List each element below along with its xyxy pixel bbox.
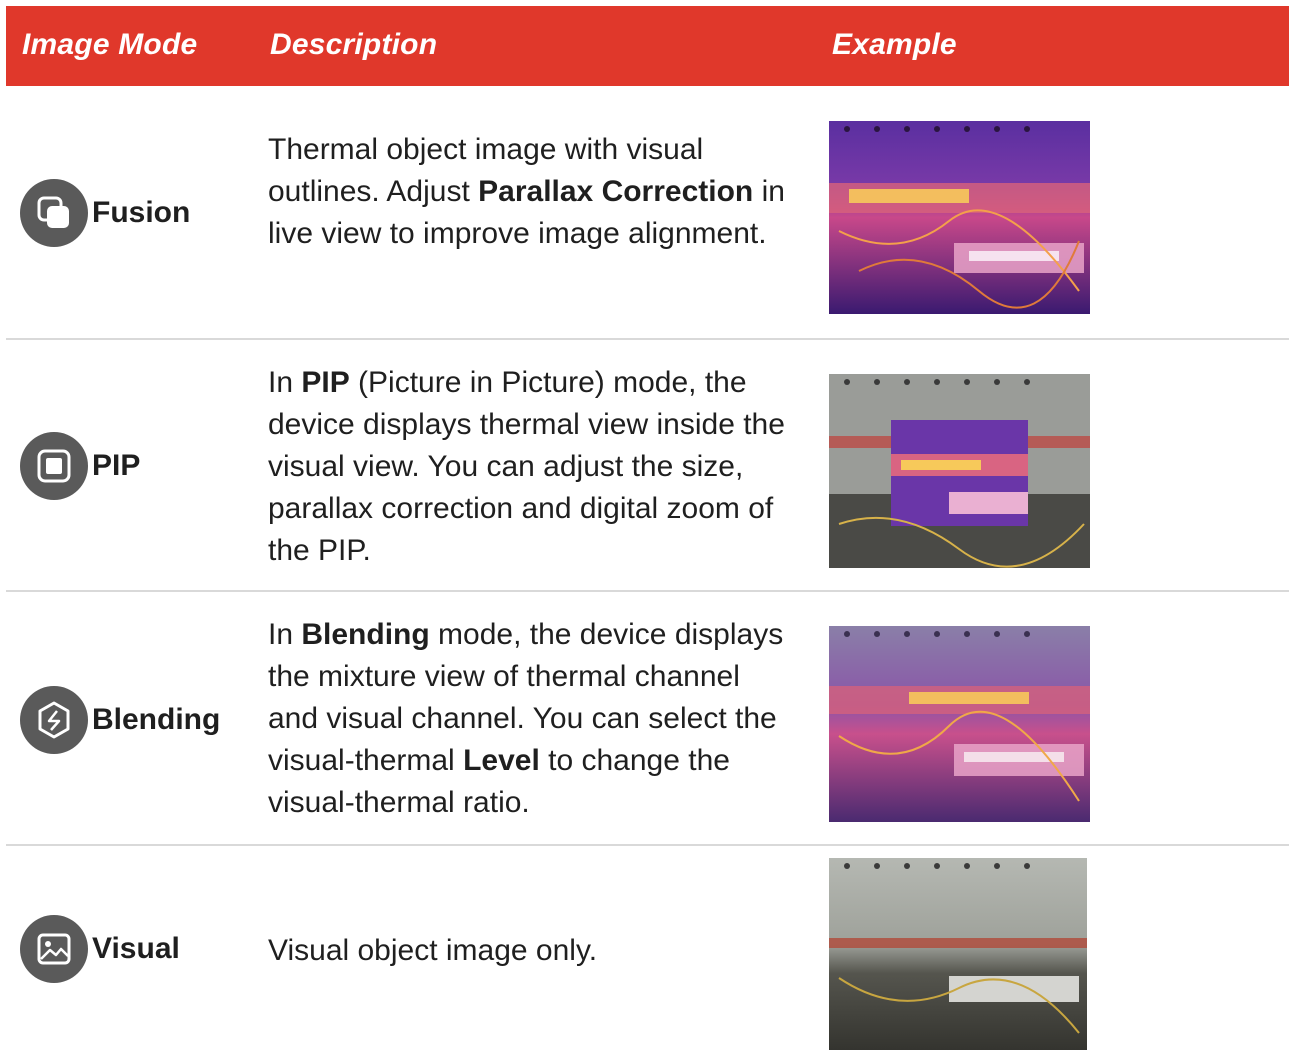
bold-term: Level bbox=[463, 744, 540, 777]
example-image-blending bbox=[829, 626, 1090, 822]
description-text: Visual object image only. bbox=[268, 934, 598, 967]
bold-term: PIP bbox=[301, 366, 350, 399]
image-icon bbox=[20, 915, 88, 983]
table-row-fusion: Fusion Thermal object image with visual … bbox=[6, 86, 1289, 340]
bold-term: Parallax Correction bbox=[478, 175, 754, 208]
pip-icon bbox=[20, 432, 88, 500]
mode-label: Fusion bbox=[92, 196, 191, 229]
mode-label: Blending bbox=[92, 703, 221, 736]
column-header-example: Example bbox=[832, 28, 957, 61]
mode-cell: PIP bbox=[20, 432, 140, 500]
table-row-blending: Blending In Blending mode, the device di… bbox=[6, 592, 1289, 846]
table-header: Image Mode Description Example bbox=[6, 6, 1289, 86]
mode-description: In PIP (Picture in Picture) mode, the de… bbox=[268, 362, 788, 572]
mode-label: PIP bbox=[92, 449, 141, 482]
mode-label: Visual bbox=[92, 932, 180, 965]
blending-icon bbox=[20, 686, 88, 754]
bold-term: Blending bbox=[301, 618, 430, 651]
fusion-icon bbox=[20, 179, 88, 247]
description-text: In bbox=[268, 366, 302, 399]
mode-cell: Blending bbox=[20, 686, 220, 754]
example-image-visual bbox=[829, 858, 1087, 1050]
description-text: In bbox=[268, 618, 302, 651]
column-header-image-mode: Image Mode bbox=[22, 28, 198, 61]
mode-description: In Blending mode, the device displays th… bbox=[268, 614, 788, 824]
example-image-fusion bbox=[829, 121, 1090, 314]
example-image-pip bbox=[829, 374, 1090, 568]
mode-cell: Fusion bbox=[20, 179, 190, 247]
mode-description: Thermal object image with visual outline… bbox=[268, 129, 788, 255]
column-header-description: Description bbox=[270, 28, 438, 61]
mode-cell: Visual bbox=[20, 915, 180, 983]
mode-description: Visual object image only. bbox=[268, 930, 788, 972]
table-row-pip: PIP In PIP (Picture in Picture) mode, th… bbox=[6, 340, 1289, 592]
table-row-visual: Visual Visual object image only. bbox=[6, 846, 1289, 1050]
